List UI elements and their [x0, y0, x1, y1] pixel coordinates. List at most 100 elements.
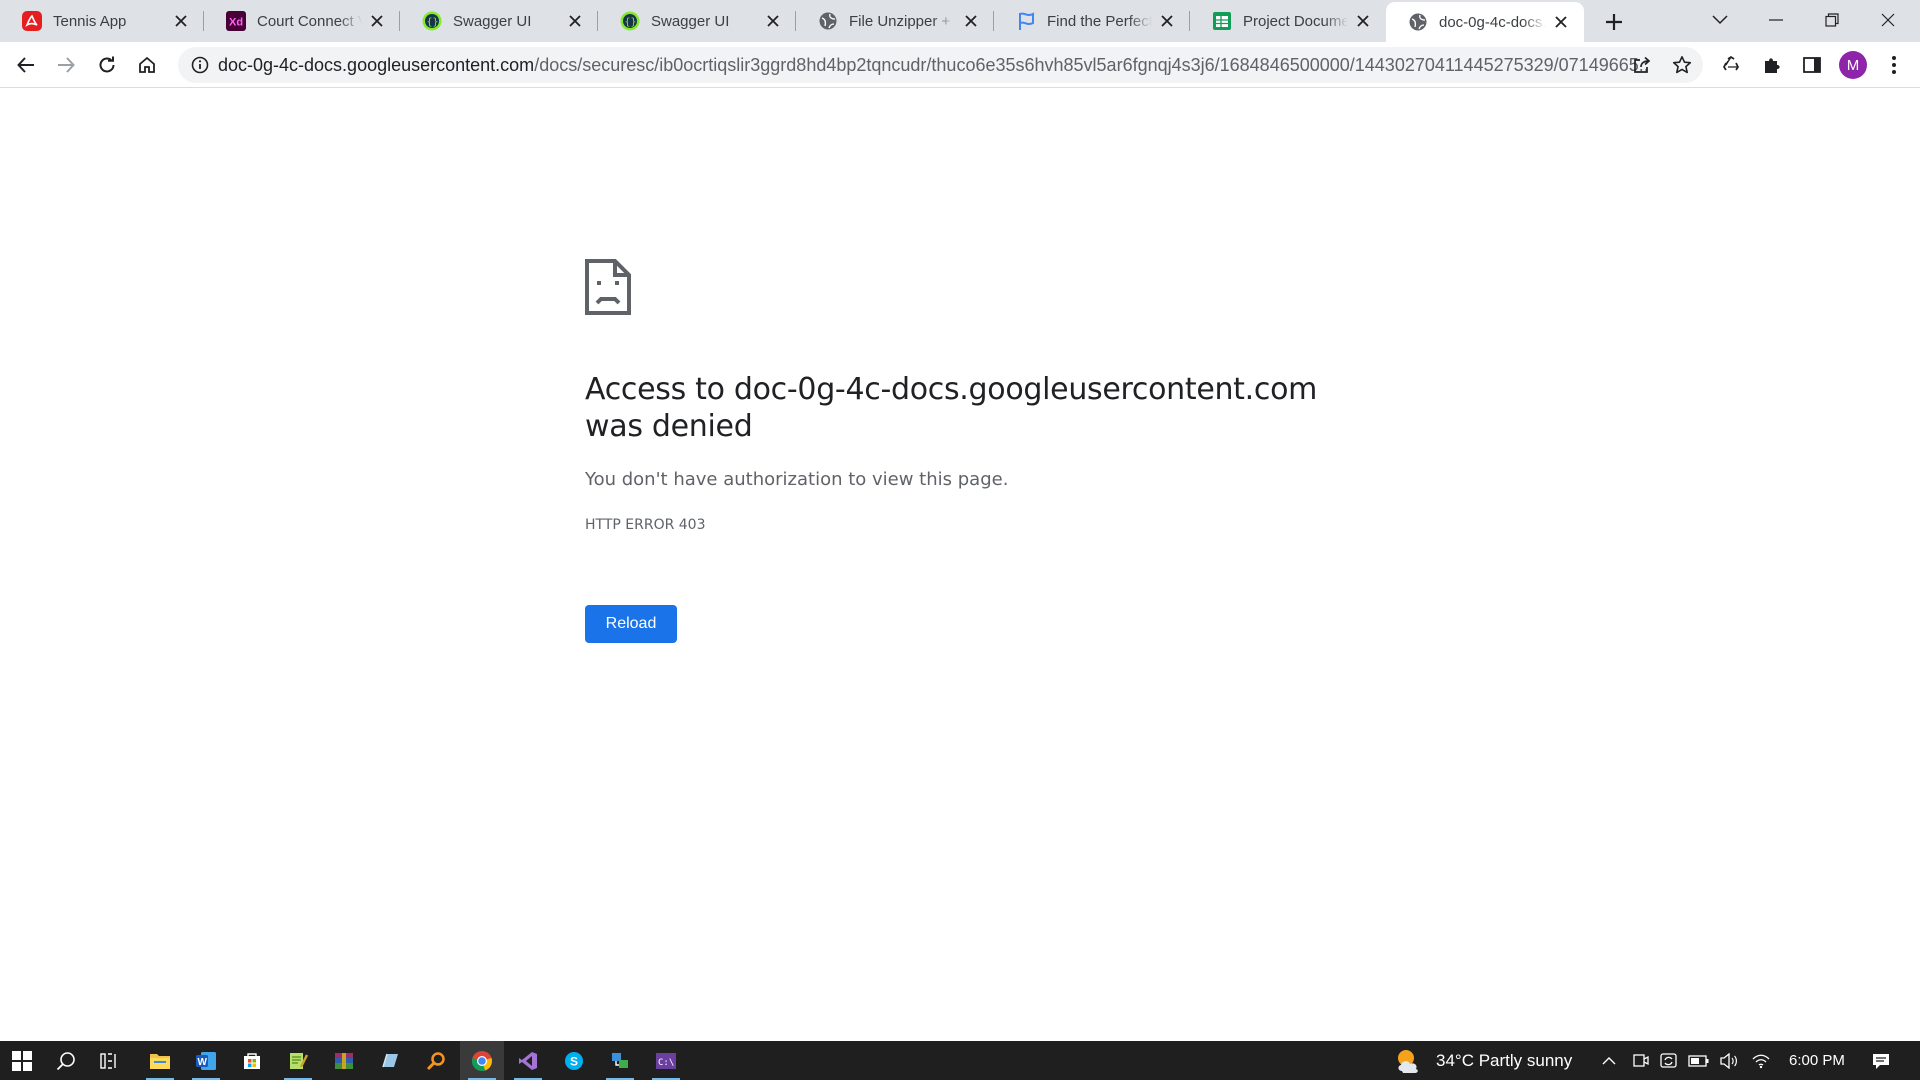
- notes-icon: [382, 1053, 398, 1067]
- visual-studio-icon: [519, 1051, 537, 1070]
- svg-text:W: W: [198, 1057, 208, 1068]
- flag-icon: [1016, 11, 1036, 31]
- meet-now-icon[interactable]: [1628, 1041, 1654, 1080]
- clock-time[interactable]: 6:00 PM: [1789, 1041, 1845, 1080]
- new-tab-button[interactable]: [1598, 6, 1630, 38]
- plus-icon: [1606, 14, 1622, 30]
- taskbar-terminal[interactable]: C:\: [644, 1041, 688, 1080]
- close-window-button[interactable]: [1860, 0, 1916, 40]
- taskbar-notepad-plus[interactable]: [276, 1041, 320, 1080]
- bookmark-star-icon[interactable]: [1668, 51, 1696, 79]
- address-bar[interactable]: doc-0g-4c-docs.googleusercontent.com/doc…: [178, 47, 1703, 83]
- windows-taskbar: W S C:\ 34°C Partly sunny 6:00 PM: [0, 1041, 1920, 1080]
- chevron-down-icon: [1712, 15, 1728, 25]
- wifi-icon[interactable]: [1748, 1041, 1774, 1080]
- close-icon[interactable]: [170, 10, 192, 32]
- side-panel-icon: [1803, 57, 1821, 73]
- folder-icon: [150, 1053, 170, 1069]
- puzzle-icon: [1765, 58, 1780, 73]
- weather-icon[interactable]: [1392, 1041, 1426, 1080]
- close-icon[interactable]: [960, 10, 982, 32]
- back-button[interactable]: [10, 49, 42, 81]
- tab-tennis-app[interactable]: Tennis App: [0, 0, 204, 42]
- tab-title: Swagger UI: [453, 12, 532, 30]
- share-icon[interactable]: [1628, 51, 1656, 79]
- search-icon: [56, 1051, 75, 1070]
- close-icon[interactable]: [1352, 10, 1374, 32]
- restore-button[interactable]: [1804, 0, 1860, 40]
- browser-toolbar: doc-0g-4c-docs.googleusercontent.com/doc…: [0, 42, 1920, 88]
- close-icon[interactable]: [1550, 11, 1572, 33]
- extension-recycle-button[interactable]: [1715, 49, 1747, 81]
- tab-title: Project Documen: [1243, 12, 1348, 30]
- close-icon[interactable]: [1156, 10, 1178, 32]
- svg-text:Xd: Xd: [229, 17, 243, 29]
- sad-document-icon: [585, 259, 631, 315]
- start-button[interactable]: [0, 1041, 44, 1080]
- page-content: Access to doc-0g-4c-docs.googleuserconte…: [0, 89, 1920, 1041]
- url-path: /docs/securesc/ib0ocrtiqslir3ggrd8hd4bp2…: [534, 55, 1648, 75]
- tab-title: doc-0g-4c-docs.g: [1439, 13, 1546, 31]
- home-button[interactable]: [131, 49, 163, 81]
- tab-court-connect[interactable]: Xd Court Connect V0: [204, 0, 400, 42]
- forward-button[interactable]: [50, 49, 82, 81]
- tab-file-unzipper[interactable]: File Unzipper + Z: [796, 0, 994, 42]
- store-icon: [244, 1052, 260, 1069]
- reload-toolbar-button[interactable]: [91, 49, 123, 81]
- restore-icon: [1825, 13, 1839, 27]
- taskbar-file-explorer[interactable]: [138, 1041, 182, 1080]
- close-icon[interactable]: [762, 10, 784, 32]
- taskbar-store[interactable]: [230, 1041, 274, 1080]
- tab-title: Swagger UI: [651, 12, 730, 30]
- taskbar-winrar[interactable]: [322, 1041, 366, 1080]
- taskbar-chrome[interactable]: [460, 1041, 504, 1080]
- notification-center-icon[interactable]: [1866, 1041, 1896, 1080]
- minimize-button[interactable]: [1748, 0, 1804, 40]
- taskbar-search-app[interactable]: [414, 1041, 458, 1080]
- extensions-button[interactable]: [1756, 49, 1788, 81]
- taskbar-network-tool[interactable]: [598, 1041, 642, 1080]
- close-icon[interactable]: [564, 10, 586, 32]
- recycle-icon: [1723, 55, 1739, 71]
- sheets-icon: [1212, 11, 1232, 31]
- task-view-button[interactable]: [88, 1041, 132, 1080]
- tab-project-documentation[interactable]: Project Documen: [1190, 0, 1386, 42]
- battery-icon[interactable]: [1686, 1041, 1712, 1080]
- close-icon[interactable]: [366, 10, 388, 32]
- svg-text:{}: {}: [625, 17, 637, 28]
- error-code: HTTP ERROR 403: [585, 517, 706, 533]
- taskbar-visual-studio[interactable]: [506, 1041, 550, 1080]
- arrow-left-icon: [17, 57, 34, 73]
- tab-search-button[interactable]: [1692, 0, 1748, 40]
- taskbar-notes[interactable]: [368, 1041, 412, 1080]
- tab-swagger-ui-1[interactable]: {} Swagger UI: [400, 0, 598, 42]
- url-text[interactable]: doc-0g-4c-docs.googleusercontent.com/doc…: [218, 47, 1648, 83]
- arrow-right-icon: [58, 57, 75, 73]
- side-panel-button[interactable]: [1796, 49, 1828, 81]
- show-hidden-icons-icon[interactable]: [1596, 1041, 1622, 1080]
- tab-title: File Unzipper + Z: [849, 12, 956, 30]
- taskbar-word[interactable]: W: [184, 1041, 228, 1080]
- tab-doc-access-denied[interactable]: doc-0g-4c-docs.g: [1386, 2, 1584, 42]
- terminal-icon: C:\: [656, 1052, 676, 1069]
- taskbar-search-button[interactable]: [44, 1041, 88, 1080]
- profile-avatar[interactable]: M: [1839, 51, 1867, 79]
- network-tool-icon: [612, 1052, 628, 1068]
- magnifier-icon: [426, 1051, 445, 1070]
- reload-button[interactable]: Reload: [585, 605, 677, 643]
- tab-title: Court Connect V0: [257, 12, 362, 30]
- winrar-icon: [335, 1052, 353, 1069]
- skype-icon: S: [565, 1051, 583, 1070]
- volume-icon[interactable]: [1716, 1041, 1742, 1080]
- browser-menu-button[interactable]: [1878, 49, 1910, 81]
- svg-text:S: S: [570, 1054, 578, 1068]
- notepad-plus-plus-icon: [290, 1052, 309, 1069]
- sync-icon[interactable]: [1656, 1041, 1682, 1080]
- weather-text[interactable]: 34°C Partly sunny: [1436, 1041, 1572, 1080]
- tab-swagger-ui-2[interactable]: {} Swagger UI: [598, 0, 796, 42]
- refresh-icon: [99, 56, 115, 73]
- chrome-icon: [472, 1050, 492, 1071]
- tab-find-perfect-icon[interactable]: Find the Perfect Ic: [994, 0, 1190, 42]
- info-icon[interactable]: [186, 51, 214, 79]
- taskbar-skype[interactable]: S: [552, 1041, 596, 1080]
